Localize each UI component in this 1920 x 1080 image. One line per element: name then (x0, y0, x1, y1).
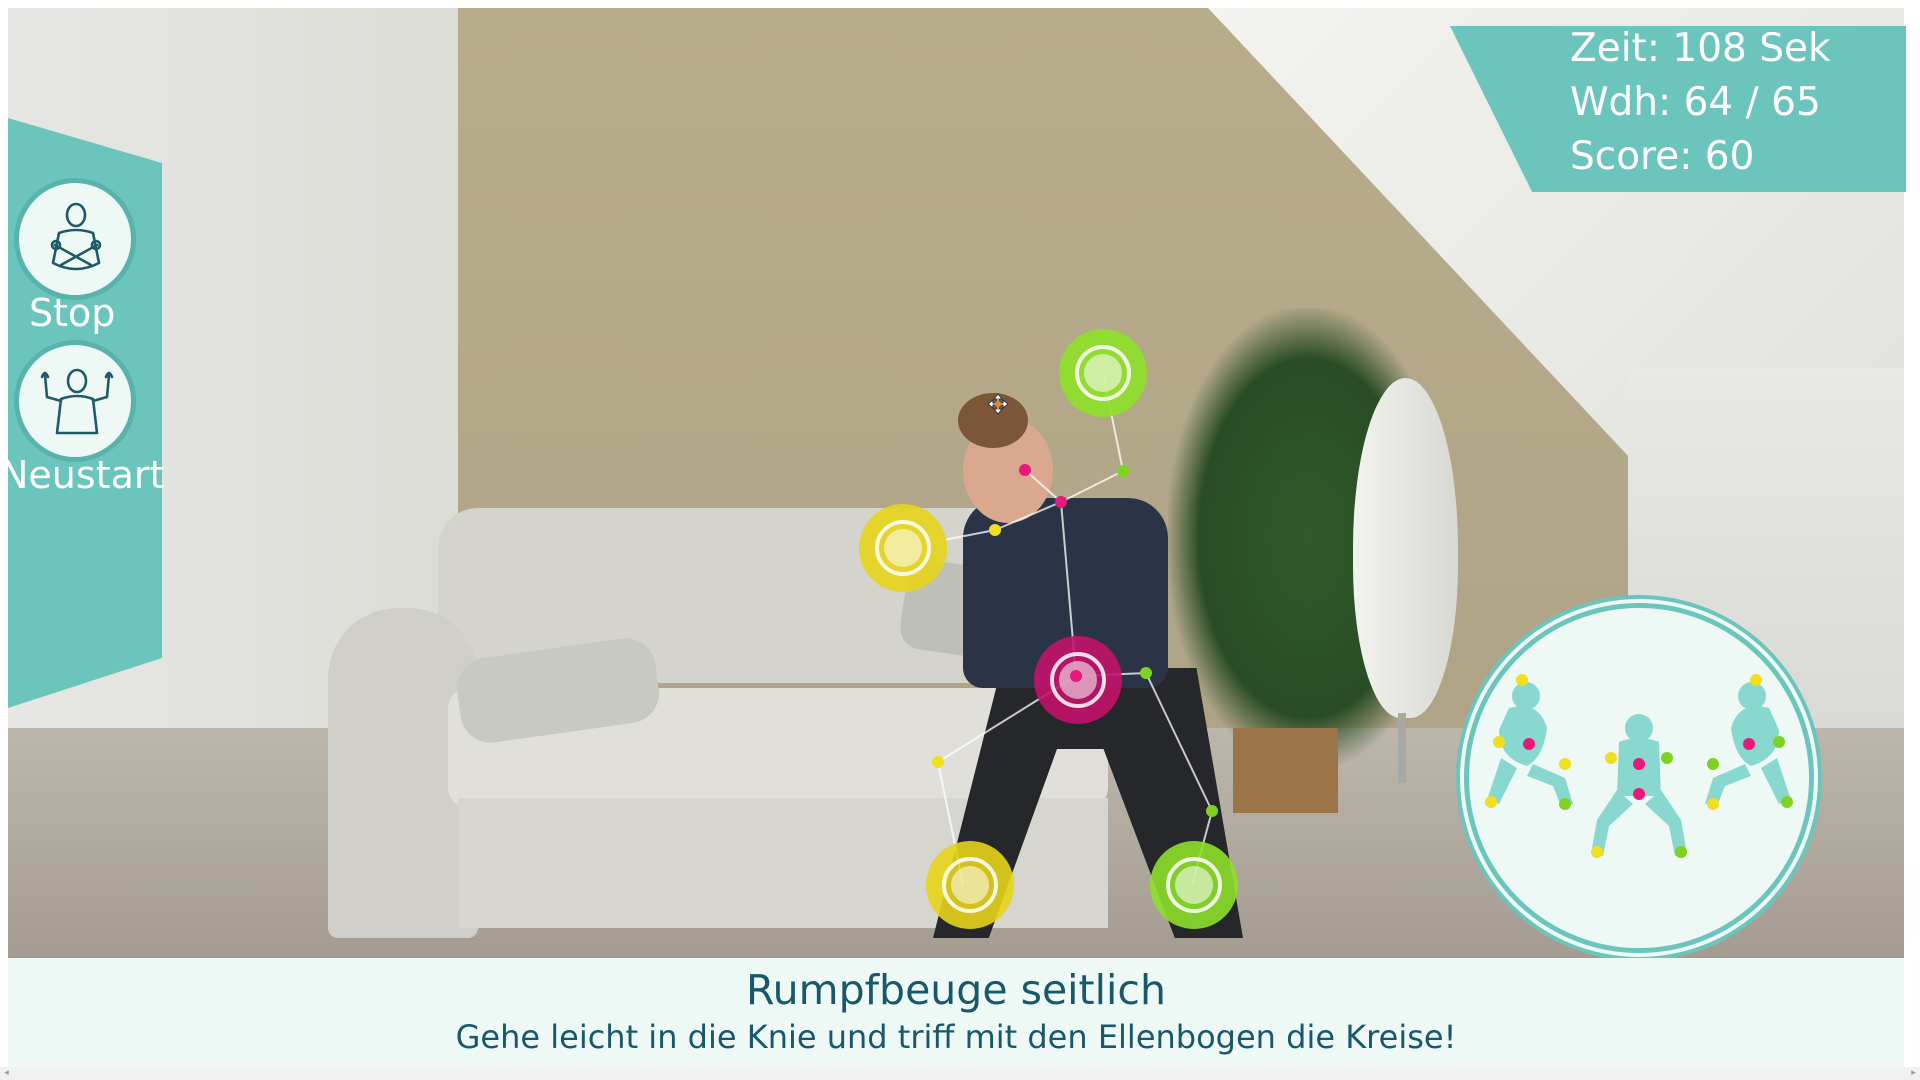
target-circle-left-foot (926, 841, 1014, 929)
move-cursor-icon (987, 393, 1009, 415)
target-circle-left (859, 504, 947, 592)
horizontal-scrollbar[interactable]: ◂ ▸ (0, 1067, 1920, 1080)
stop-label: Stop (29, 291, 116, 335)
arms-raised-person-icon (40, 368, 114, 435)
scroll-right-icon[interactable]: ▸ (1907, 1067, 1920, 1080)
scroll-left-icon[interactable]: ◂ (0, 1067, 13, 1080)
vertical-scrollbar (1907, 0, 1920, 1067)
instruction-bar: Rumpfbeuge seitlich Gehe leicht in die K… (8, 958, 1904, 1067)
target-circle-top-right (1059, 329, 1147, 417)
exercise-illustration (1485, 674, 1793, 858)
exercise-instruction: Gehe leicht in die Knie und triff mit de… (455, 1018, 1457, 1056)
time-readout: Zeit: 108 Sek (1570, 26, 1831, 71)
reps-readout: Wdh: 64 / 65 (1570, 80, 1821, 125)
target-circle-right-foot (1150, 841, 1238, 929)
restart-label: Neustart (0, 453, 165, 497)
exercise-guide (1464, 603, 1814, 953)
skeleton-lines (902, 372, 1213, 886)
guide-figure-center (1591, 714, 1687, 856)
arms-crossed-person-icon (50, 202, 102, 271)
restart-button[interactable] (14, 340, 136, 462)
exercise-title: Rumpfbeuge seitlich (746, 966, 1166, 1014)
score-readout: Score: 60 (1570, 134, 1755, 179)
stop-button[interactable] (14, 178, 136, 300)
